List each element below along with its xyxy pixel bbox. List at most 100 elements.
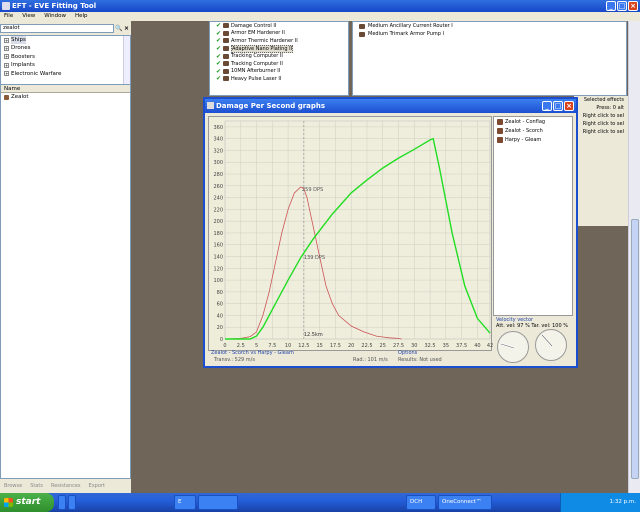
module-row[interactable]: ✔ Tracking Computer II <box>210 52 348 60</box>
y-tick-label: 260 <box>213 184 223 190</box>
quicklaunch-icon[interactable] <box>58 495 66 510</box>
tree-item-implants[interactable]: + Implants <box>1 61 130 69</box>
ship-icon <box>497 136 503 143</box>
y-tick-label: 160 <box>213 243 223 249</box>
x-tick-label: 20 <box>348 343 354 349</box>
legend-item[interactable]: Zealot - Scorch <box>494 126 572 135</box>
list-item[interactable]: Zealot <box>1 93 130 101</box>
module-row[interactable]: ✔ Adaptive Nano Plating II <box>210 44 348 53</box>
x-tick-label: 32.5 <box>424 343 435 349</box>
search-results: Name Zealot <box>0 84 131 479</box>
app-window: EFT - EVE Fitting Tool _ □ × File View W… <box>0 0 640 493</box>
clear-search-icon[interactable]: × <box>123 24 130 33</box>
graph-legend: Zealot - Conflag Zealot - Scorch Harpy -… <box>493 116 573 316</box>
menu-view[interactable]: View <box>22 12 35 21</box>
target-velocity-dial[interactable] <box>535 329 567 361</box>
results-header[interactable]: Name <box>1 85 130 93</box>
module-icon <box>223 68 229 74</box>
module-row[interactable]: ✔ 10MN Afterburner II <box>210 68 348 76</box>
taskbar-item[interactable]: OneConnect™ <box>438 495 492 510</box>
close-button[interactable]: × <box>628 1 638 11</box>
menu-file[interactable]: File <box>4 12 13 21</box>
window-title: EFT - EVE Fitting Tool <box>12 2 97 10</box>
y-tick-label: 300 <box>213 160 223 166</box>
tab-stats[interactable]: Stats <box>30 481 43 491</box>
graph-close-button[interactable]: × <box>564 101 574 111</box>
taskbar-item[interactable]: E <box>174 495 196 510</box>
attacker-velocity-dial[interactable] <box>497 331 529 363</box>
y-tick-label: 40 <box>217 313 223 319</box>
rig-row[interactable]: Medium Ancillary Current Router I <box>353 22 626 30</box>
x-tick-label: 2.5 <box>237 343 245 349</box>
transversal-value: Transv.: 529 m/s <box>214 357 255 363</box>
y-tick-label: 60 <box>217 302 223 308</box>
y-tick-label: 220 <box>213 207 223 213</box>
module-row[interactable]: ✔ Damage Control II <box>210 22 348 30</box>
taskbar-item[interactable] <box>198 495 238 510</box>
velocity-panel: Velocity vector Att. vel: 97 % Tar. vel: … <box>493 317 573 365</box>
expand-icon[interactable]: + <box>4 37 9 43</box>
window-titlebar[interactable]: EFT - EVE Fitting Tool _ □ × <box>0 0 640 12</box>
module-row[interactable]: ✔ Heavy Pulse Laser II <box>210 75 348 83</box>
velocity-values: Att. vel: 97 % Tar. vel: 100 % <box>496 323 568 329</box>
expand-icon[interactable]: + <box>4 46 9 52</box>
y-tick-label: 180 <box>213 231 223 237</box>
legend-item[interactable]: Zealot - Conflag <box>494 117 572 126</box>
expand-icon[interactable]: + <box>4 62 9 68</box>
app-icon <box>2 2 10 10</box>
tab-browse[interactable]: Browse <box>4 481 22 491</box>
taskbar-item[interactable]: DCH <box>406 495 436 510</box>
y-tick-label: 280 <box>213 172 223 178</box>
scroll-thumb[interactable] <box>631 219 639 479</box>
effects-line: Right click to sel <box>582 121 624 127</box>
x-tick-label: 17.5 <box>330 343 341 349</box>
range-label: 12.5km <box>304 332 323 338</box>
module-icon <box>223 23 229 29</box>
x-tick-label: 7.5 <box>268 343 276 349</box>
graph-titlebar[interactable]: Damage Per Second graphs _ □ × <box>205 99 576 113</box>
search-input[interactable]: zealot <box>0 24 114 33</box>
y-tick-label: 320 <box>213 148 223 154</box>
check-icon: ✔ <box>216 22 222 30</box>
y-tick-label: 200 <box>213 219 223 225</box>
graph-maximize-button[interactable]: □ <box>553 101 563 111</box>
effects-line: Right click to sel <box>582 129 624 135</box>
tree-item-boosters[interactable]: + Boosters <box>1 53 130 61</box>
taskbar: start E DCH OneConnect™ 1:32 p.m. <box>0 493 640 512</box>
quicklaunch-icon[interactable] <box>68 495 76 510</box>
rig-row[interactable]: Medium Trimark Armor Pump I <box>353 30 626 38</box>
tab-export[interactable]: Export <box>89 481 105 491</box>
graph-minimize-button[interactable]: _ <box>542 101 552 111</box>
expand-icon[interactable]: + <box>4 71 9 77</box>
module-row[interactable]: ✔ Armor EM Hardener II <box>210 30 348 38</box>
tab-resistances[interactable]: Resistances <box>51 481 81 491</box>
minimize-button[interactable]: _ <box>606 1 616 11</box>
module-row[interactable]: ✔ Tracking Computer II <box>210 60 348 68</box>
effects-header: Selected effects <box>583 97 624 103</box>
x-tick-label: 15 <box>316 343 322 349</box>
y-tick-label: 120 <box>213 266 223 272</box>
legend-item[interactable]: Harpy - Gleam <box>494 135 572 144</box>
options-link[interactable]: Options <box>398 350 417 356</box>
search-icon[interactable]: 🔍 <box>115 24 122 33</box>
main-scrollbar[interactable] <box>628 21 640 493</box>
start-button[interactable]: start <box>0 493 54 512</box>
expand-icon[interactable]: + <box>4 54 9 60</box>
graph-window-icon <box>207 102 214 109</box>
check-icon: ✔ <box>216 29 222 37</box>
x-tick-label: 0 <box>223 343 226 349</box>
tree-item-drones[interactable]: + Drones <box>1 44 130 52</box>
tree-item-electronic-warfare[interactable]: + Electronic Warfare <box>1 70 130 78</box>
check-icon: ✔ <box>216 67 222 75</box>
tree-item-ships[interactable]: + Ships <box>1 36 130 45</box>
ship-icon <box>497 127 503 134</box>
y-tick-label: 20 <box>217 325 223 331</box>
maximize-button[interactable]: □ <box>617 1 627 11</box>
y-tick-label: 240 <box>213 196 223 202</box>
matchup-link[interactable]: Zealot - Scorch vs Harpy - Gleam <box>211 350 294 356</box>
fitting-module-list: ✔ Damage Control II ✔ Armor EM Hardener II… <box>209 21 349 96</box>
menu-help[interactable]: Help <box>75 12 88 21</box>
radial-value: Rad.: 101 m/s <box>353 357 388 363</box>
menu-window[interactable]: Window <box>44 12 66 21</box>
rig-slot-list: Medium Ancillary Current Router I Medium… <box>352 21 627 96</box>
